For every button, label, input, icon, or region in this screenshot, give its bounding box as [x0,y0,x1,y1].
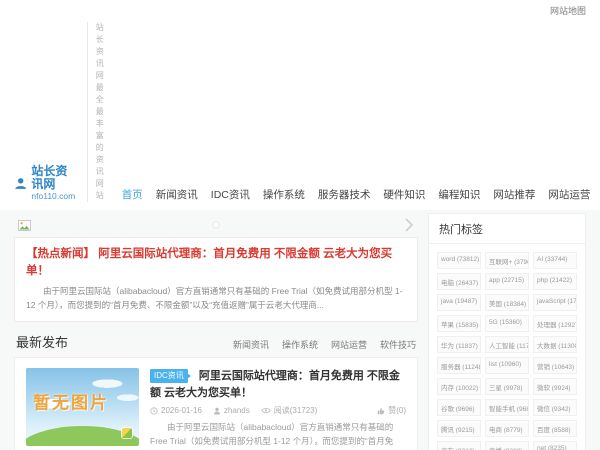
nav-item[interactable]: IDC资讯 [211,187,250,202]
latest-section-head: 最新发布 新闻资讯 操作系统 网站运营 软件技巧 [16,332,416,351]
article-meta: 2026-01-16 zhands [150,405,406,416]
tag-item[interactable]: net (8235) [533,441,577,450]
article-title[interactable]: IDC资讯 阿里云国际站代理商：首月免费用 不限金额 云老大为您买单！ [150,368,406,401]
tag-item[interactable]: 华为 (11837) [437,336,481,353]
tag-item[interactable]: 微信 (9342) [533,399,577,416]
tag-item[interactable]: 智能手机 (9681) [485,399,529,416]
site-tagline: 站长资讯网 最全最丰富的资讯网站 [87,22,104,202]
nav-item[interactable]: 首页 [122,187,143,202]
tag-item[interactable]: java (19487) [437,294,481,311]
like-count: 赞(0) [388,405,406,416]
main-nav: 首页 新闻资讯 IDC资讯 操作系统 服务器技术 硬件知识 编程知识 网站推荐 … [122,187,600,202]
tag-item[interactable]: 处理器 (12927) [533,315,577,332]
topbar: 网站地图 [0,0,600,19]
user-icon [213,407,221,415]
sidebar: 热门标签 word (73812) 互联网+ (37964) AI (33744… [428,213,586,450]
no-image-placeholder-text: 暂无图片 [33,389,109,414]
hot-tags-card: 热门标签 word (73812) 互联网+ (37964) AI (33744… [428,213,586,450]
hot-news-badge: 【热点新闻】 [26,248,95,260]
article-views: 阅读(31723) [274,405,318,416]
tag-item[interactable]: 汽车 (8313) [437,441,481,450]
nav-item[interactable]: 服务器技术 [318,187,371,202]
latest-tab[interactable]: 新闻资讯 [233,338,269,351]
tag-item[interactable]: 互联网+ (37964) [485,252,529,269]
tag-item[interactable]: 谷歌 (9696) [437,399,481,416]
nav-item[interactable]: 网站运营 [548,187,590,202]
tag-item[interactable]: AI (33744) [533,252,577,269]
broken-image-icon [18,220,31,231]
tag-item[interactable]: list (10960) [485,357,529,374]
logo-icon [14,175,27,192]
eye-icon [261,407,271,414]
hot-news-card: 【热点新闻】 阿里云国际站代理商：首月免费用 不限金额 云老大为您买单！ 由于阿… [14,237,418,322]
article-list-item: 暂无图片 IDC资讯 阿里云国际站代理商：首月免费用 不限金额 云老大为您买单！ [15,358,417,450]
tagline-line1: 站长资讯网 [96,22,104,82]
site-header: 站长资讯网 nfo110.com 站长资讯网 最全最丰富的资讯网站 首页 新闻资… [0,19,600,210]
tag-item[interactable]: 电脑 (26437) [437,273,481,290]
hot-news-title[interactable]: 【热点新闻】 阿里云国际站代理商：首月免费用 不限金额 云老大为您买单！ [26,246,406,281]
left-column: 【热点新闻】 阿里云国际站代理商：首月免费用 不限金额 云老大为您买单！ 由于阿… [14,213,418,450]
nav-item[interactable]: 网站推荐 [493,187,535,202]
tag-item[interactable]: javaScript (17290) [533,294,577,311]
tag-item[interactable]: php (21422) [533,273,577,290]
sitemap-link[interactable]: 网站地图 [550,6,586,16]
tag-item[interactable]: word (73812) [437,252,481,269]
slider-dot[interactable] [214,223,219,228]
tag-item[interactable]: 微软 (9924) [533,378,577,395]
tag-cloud: word (73812) 互联网+ (37964) AI (33744) 电脑 … [429,244,585,450]
tag-item[interactable]: 百度 (8588) [533,420,577,437]
tag-item[interactable]: 美国 (18384) [485,294,529,311]
tagline-line2: 最全最丰富的资讯网站 [96,82,104,202]
article-body: IDC资讯 阿里云国际站代理商：首月免费用 不限金额 云老大为您买单！ 2026… [150,368,406,450]
tag-item[interactable]: 营销 (10643) [533,357,577,374]
tag-item[interactable]: 人工智能 (11723) [485,336,529,353]
tag-item[interactable]: 5G (15360) [485,315,529,332]
nav-item[interactable]: 操作系统 [263,187,305,202]
tag-item[interactable]: 直播 (8288) [485,441,529,450]
tag-item[interactable]: 腾讯 (9215) [437,420,481,437]
latest-section-title: 最新发布 [16,332,68,351]
hot-tags-title: 热门标签 [429,214,585,244]
latest-tab[interactable]: 操作系统 [282,338,318,351]
tag-item[interactable]: 三星 (9978) [485,378,529,395]
chevron-right-icon [404,217,414,233]
site-logo[interactable]: 站长资讯网 nfo110.com [14,165,79,202]
latest-tab[interactable]: 软件技巧 [380,338,416,351]
nav-item[interactable]: 编程知识 [438,187,480,202]
tag-item[interactable]: 电商 (8779) [485,420,529,437]
logo-domain: nfo110.com [31,192,78,202]
category-badge[interactable]: IDC资讯 [150,369,188,383]
slider-next-button[interactable] [404,217,414,233]
nav-item[interactable]: 新闻资讯 [156,187,198,202]
tag-item[interactable]: 服务器 (11248) [437,357,481,374]
article-author-wrap[interactable]: zhands [213,406,250,415]
tag-item[interactable]: app (22715) [485,273,529,290]
hot-news-excerpt: 由于阿里云国际站（alibabacloud）官方直销通常只有基础的 Free T… [26,284,406,313]
latest-tabs: 新闻资讯 操作系统 网站运营 软件技巧 [233,338,416,351]
article-thumbnail[interactable]: 暂无图片 [26,368,139,446]
article-date-wrap: 2026-01-16 [150,406,202,415]
thumbs-up-icon [377,407,385,415]
article-list: 暂无图片 IDC资讯 阿里云国际站代理商：首月免费用 不限金额 云老大为您买单！ [14,357,418,450]
latest-tab[interactable]: 网站运营 [331,338,367,351]
tag-item[interactable]: 内存 (10022) [437,378,481,395]
logo-title: 站长资讯网 [31,165,78,193]
tag-item[interactable]: 大数据 (11300) [533,336,577,353]
nav-item[interactable]: 硬件知识 [383,187,425,202]
article-excerpt: 由于阿里云国际站（alibabacloud）官方直销通常只有基础的 Free T… [150,420,406,450]
article-date: 2026-01-16 [161,406,202,415]
thumb-sticker-icon [122,428,132,438]
article-views-wrap: 阅读(31723) [261,405,318,416]
nav-wrap: 首页 新闻资讯 IDC资讯 操作系统 服务器技术 硬件知识 编程知识 网站推荐 … [122,187,600,202]
logo-text: 站长资讯网 nfo110.com [31,165,78,202]
article-author: zhands [224,406,250,415]
tag-item[interactable]: 苹果 (15835) [437,315,481,332]
banner-slider [14,213,418,237]
like-button[interactable]: 赞(0) [377,405,406,416]
clock-icon [150,407,158,415]
main-content: 【热点新闻】 阿里云国际站代理商：首月免费用 不限金额 云老大为您买单！ 由于阿… [0,210,600,450]
